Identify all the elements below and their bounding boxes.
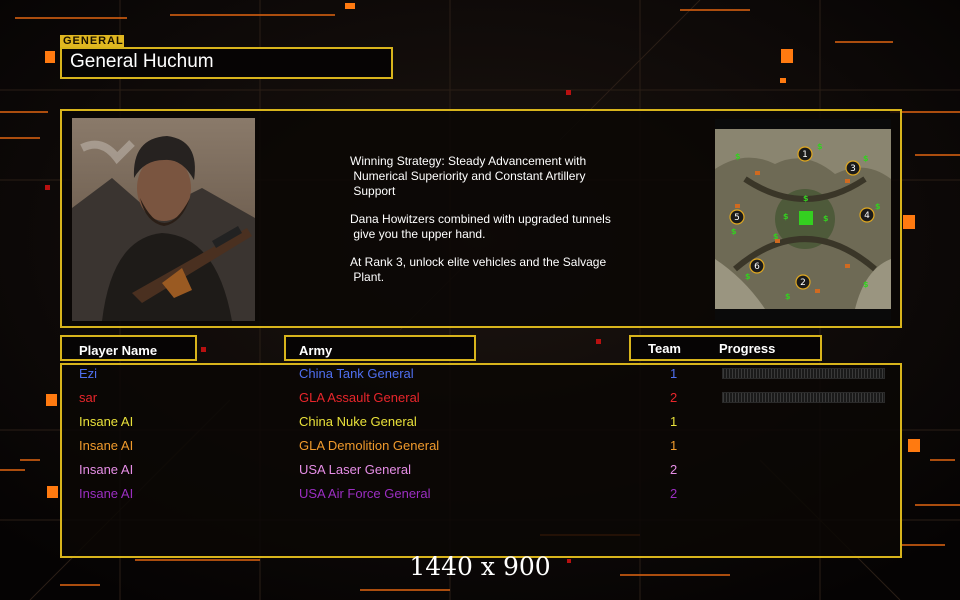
header-player-name: Player Name [60,335,197,361]
svg-text:$: $ [783,212,789,221]
strategy-text: Winning Strategy: Steady Advancement wit… [350,154,640,298]
player-team: 1 [670,414,678,429]
header-team-label: Team [648,341,681,356]
player-team: 2 [670,462,678,477]
svg-text:$: $ [863,280,869,289]
map-preview: 1 2 3 4 5 6 $ $ $ $ $ $ $ $ $ $ $ $ [715,119,891,320]
player-name: Insane AI [79,486,134,501]
start-position-6: 6 [754,262,760,272]
strategy-line-2: Dana Howitzers combined with upgraded tu… [350,212,611,241]
header-army: Army [284,335,476,361]
resolution-label: 1440 x 900 [409,552,551,581]
start-position-2: 2 [800,278,806,288]
player-row[interactable]: Insane AI USA Laser General 2 [0,459,960,483]
player-team: 2 [670,486,678,501]
player-progress-bar [722,368,885,379]
player-army: GLA Demolition General [299,438,440,453]
svg-text:$: $ [823,214,829,223]
general-portrait [72,118,255,321]
strategy-line-3: At Rank 3, unlock elite vehicles and the… [350,255,607,284]
player-row[interactable]: Insane AI GLA Demolition General 1 [0,435,960,459]
general-name: General Huchum [70,51,214,72]
start-position-5: 5 [734,213,740,223]
header-team-progress: Team Progress [629,335,822,361]
player-name: Insane AI [79,438,134,453]
player-army: USA Laser General [299,462,412,477]
player-name: sar [79,390,98,405]
player-row[interactable]: Ezi China Tank General 1 [0,363,960,387]
svg-text:$: $ [731,227,737,236]
player-row[interactable]: sar GLA Assault General 2 [0,387,960,411]
player-row[interactable]: Insane AI China Nuke General 1 [0,411,960,435]
player-team: 1 [670,366,678,381]
start-position-1: 1 [802,150,808,160]
player-team: 2 [670,390,678,405]
player-row[interactable]: Insane AI USA Air Force General 2 [0,483,960,507]
player-army: China Nuke General [299,414,417,429]
player-name: Ezi [79,366,98,381]
player-name: Insane AI [79,462,134,477]
svg-text:$: $ [785,292,791,301]
player-army: China Tank General [299,366,414,381]
player-army: USA Air Force General [299,486,431,501]
header-progress-label: Progress [719,341,776,356]
player-team: 1 [670,438,678,453]
svg-text:$: $ [863,154,869,163]
header-army-label: Army [299,343,333,358]
svg-text:$: $ [803,194,809,203]
start-position-4: 4 [864,211,870,221]
start-position-3: 3 [850,164,856,174]
player-progress-bar [722,392,885,403]
svg-text:$: $ [817,142,823,151]
svg-text:$: $ [735,152,741,161]
strategy-line-1: Winning Strategy: Steady Advancement wit… [350,154,587,198]
svg-text:$: $ [745,272,751,281]
header-player-name-label: Player Name [79,343,158,358]
player-name: Insane AI [79,414,134,429]
player-army: GLA Assault General [299,390,420,405]
svg-text:$: $ [875,202,881,211]
